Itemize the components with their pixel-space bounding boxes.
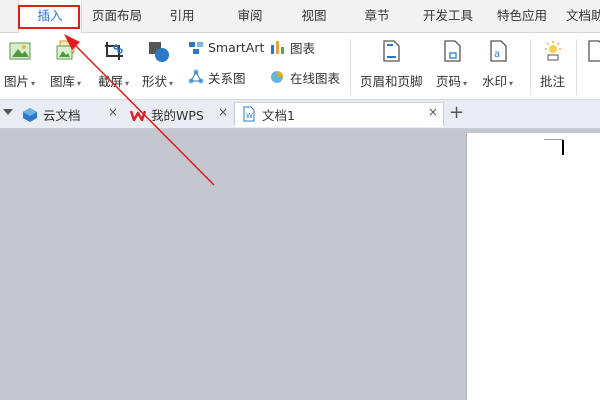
document-icon[interactable] <box>586 39 600 63</box>
gallery-icon <box>54 39 78 63</box>
shape-dropdown-caret: ▾ <box>169 79 174 88</box>
new-tab-button[interactable]: + <box>449 102 464 123</box>
gallery-dropdown-caret: ▾ <box>77 79 82 88</box>
cloud-docs-icon <box>22 107 38 123</box>
watermark-icon: a <box>486 39 510 63</box>
tab-developer-tools[interactable]: 开发工具 <box>416 0 480 32</box>
ribbon-tab-bar: 插入 页面布局 引用 审阅 视图 章节 开发工具 特色应用 文档助 <box>0 0 600 33</box>
tab-view[interactable]: 视图 <box>292 0 336 32</box>
document-workspace <box>0 129 600 400</box>
relation-chart-button[interactable]: 关系图 <box>188 67 246 87</box>
online-chart-icon <box>270 69 286 85</box>
picture-dropdown-caret: ▾ <box>31 79 36 88</box>
smartart-button[interactable]: SmartArt <box>188 37 264 57</box>
close-tab-icon[interactable]: × <box>218 105 228 119</box>
shape-icon <box>146 39 170 63</box>
watermark-dropdown-caret: ▾ <box>509 79 514 88</box>
tab-insert[interactable]: 插入 <box>18 0 82 33</box>
tab-list-menu-icon[interactable] <box>3 109 13 115</box>
screenshot-icon <box>102 39 126 63</box>
picture-button[interactable]: 图片 ▾ <box>4 33 35 90</box>
close-tab-icon[interactable]: × <box>108 105 118 119</box>
page-number-icon <box>440 39 464 63</box>
relation-chart-icon <box>188 69 204 85</box>
tab-document1[interactable]: W 文档1 <box>234 102 444 127</box>
toolbar-separator <box>350 39 351 95</box>
tab-references[interactable]: 引用 <box>160 0 204 32</box>
screenshot-dropdown-caret: ▾ <box>125 79 130 88</box>
watermark-button[interactable]: a 水印 ▾ <box>482 33 513 90</box>
document-tab-bar: 云文档 × 我的WPS × W 文档1 × + <box>0 100 600 129</box>
tab-review[interactable]: 审阅 <box>228 0 272 32</box>
tab-document-assistant[interactable]: 文档助 <box>566 0 600 32</box>
tab-special-apps[interactable]: 特色应用 <box>490 0 554 32</box>
svg-text:a: a <box>494 49 500 60</box>
toolbar-separator <box>576 39 577 95</box>
insert-toolbar: 图片 ▾ 图库 ▾ 截屏 ▾ 形状 ▾ SmartArt 关系图 图表 在线图表… <box>0 33 600 100</box>
header-footer-button[interactable]: 页眉和页脚 <box>360 33 423 90</box>
tab-sections[interactable]: 章节 <box>355 0 399 32</box>
wps-writer-window: 插入 页面布局 引用 审阅 视图 章节 开发工具 特色应用 文档助 图片 ▾ 图库… <box>0 0 600 400</box>
chart-button[interactable]: 图表 <box>270 37 315 57</box>
page-number-button[interactable]: 页码 ▾ <box>436 33 467 90</box>
comment-button[interactable]: 批注 <box>540 33 565 90</box>
online-chart-button[interactable]: 在线图表 <box>270 67 340 87</box>
picture-icon <box>8 39 32 63</box>
header-footer-icon <box>379 39 403 63</box>
margin-corner-mark <box>544 139 562 140</box>
bar-chart-icon <box>270 39 286 55</box>
shape-button[interactable]: 形状 ▾ <box>142 33 173 90</box>
screenshot-button[interactable]: 截屏 ▾ <box>98 33 129 90</box>
page-number-dropdown-caret: ▾ <box>463 79 468 88</box>
document-page[interactable] <box>466 133 600 400</box>
wps-logo-icon <box>129 107 147 123</box>
word-document-icon: W <box>241 106 257 122</box>
svg-text:W: W <box>246 112 253 120</box>
smartart-icon <box>188 39 204 55</box>
comment-icon <box>541 39 565 63</box>
text-cursor <box>562 140 564 155</box>
close-tab-icon[interactable]: × <box>428 105 438 119</box>
toolbar-separator <box>530 39 531 95</box>
tab-page-layout[interactable]: 页面布局 <box>84 0 150 32</box>
gallery-button[interactable]: 图库 ▾ <box>50 33 81 90</box>
